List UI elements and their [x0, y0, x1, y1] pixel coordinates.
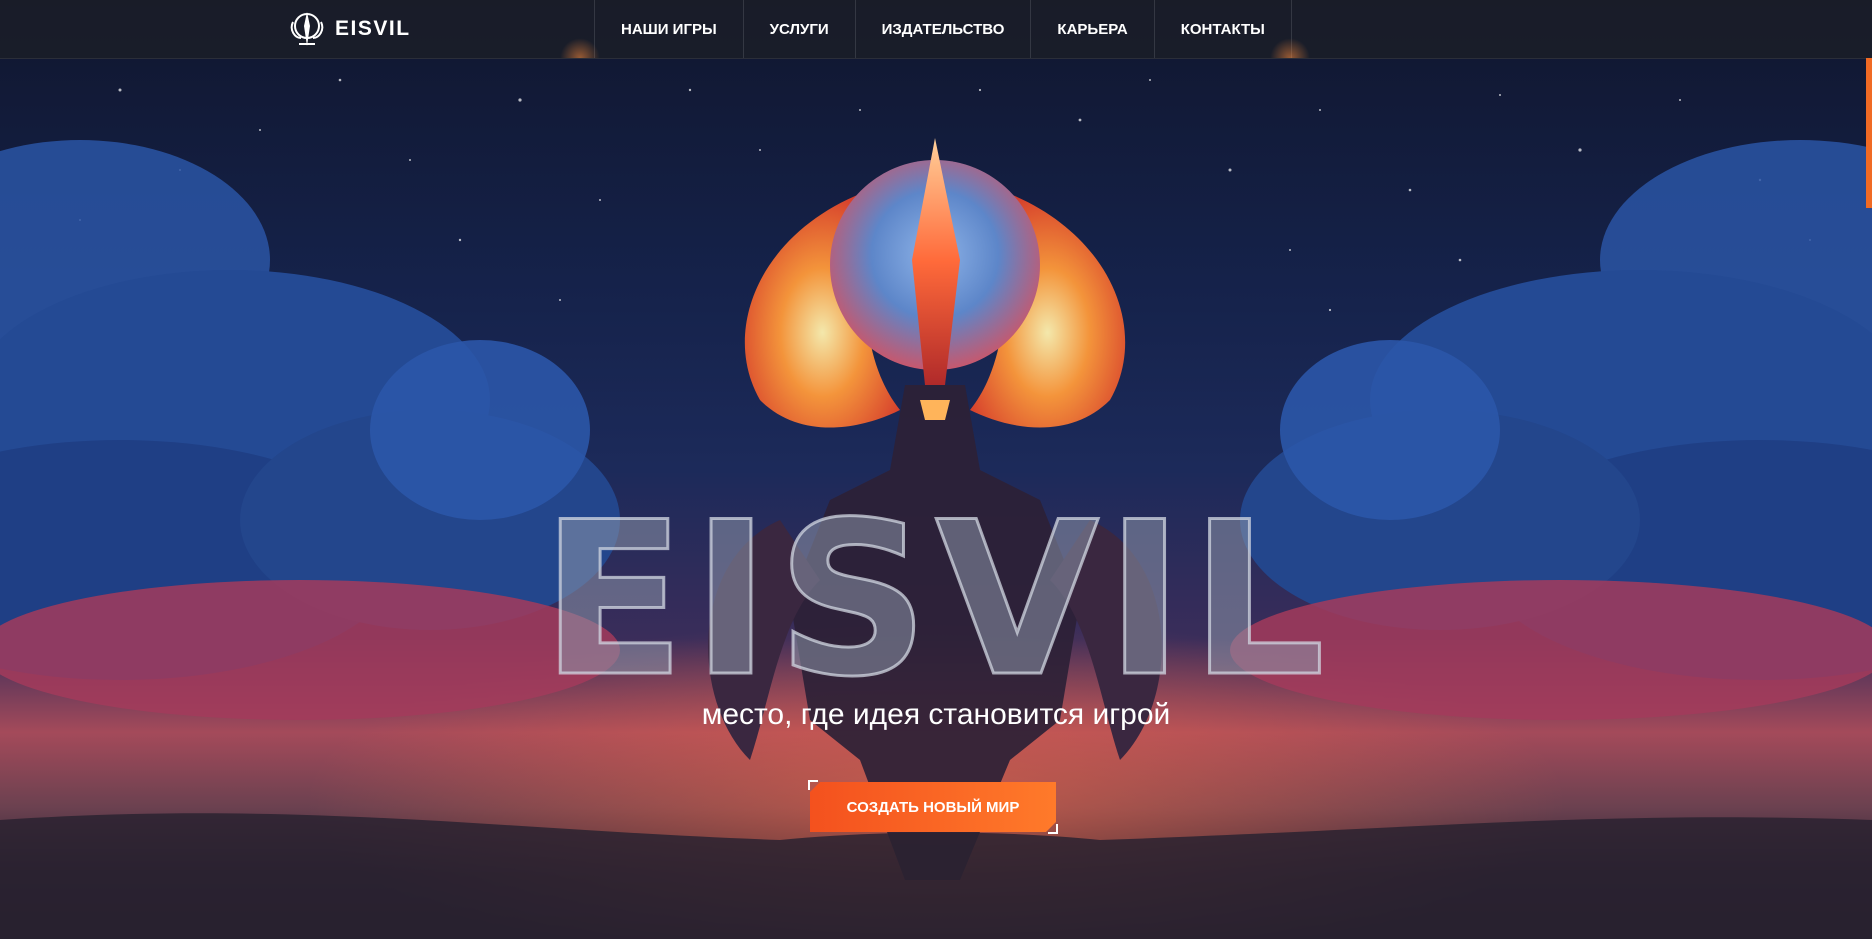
nav-item-publishing[interactable]: ИЗДАТЕЛЬСТВО [856, 0, 1032, 58]
nav-item-services[interactable]: УСЛУГИ [744, 0, 856, 58]
main-nav: НАШИ ИГРЫ УСЛУГИ ИЗДАТЕЛЬСТВО КАРЬЕРА КО… [594, 0, 1292, 58]
cta-wrapper: СОЗДАТЬ НОВЫЙ МИР [808, 780, 1058, 834]
brand-name: EISVIL [335, 17, 411, 40]
hero-subtitle: место, где идея становится игрой [701, 698, 1171, 731]
nav-glow-right [1270, 38, 1310, 58]
top-nav-bar: EISVIL НАШИ ИГРЫ УСЛУГИ ИЗДАТЕЛЬСТВО КАР… [0, 0, 1872, 59]
cta-corner-top-left [808, 780, 818, 790]
nav-item-our-games[interactable]: НАШИ ИГРЫ [595, 0, 744, 58]
landing-page: EISVIL НАШИ ИГРЫ УСЛУГИ ИЗДАТЕЛЬСТВО КАР… [0, 0, 1872, 939]
create-new-world-button[interactable]: СОЗДАТЬ НОВЫЙ МИР [810, 782, 1056, 832]
cta-corner-bottom-right [1048, 824, 1058, 834]
nav-item-career[interactable]: КАРЬЕРА [1031, 0, 1155, 58]
brand-logo[interactable]: EISVIL [287, 8, 411, 50]
nav-glow-left [560, 38, 600, 58]
hero-title: EISVIL [539, 476, 1332, 723]
scrollbar-thumb[interactable] [1866, 58, 1872, 208]
brand-emblem-icon [290, 12, 324, 46]
